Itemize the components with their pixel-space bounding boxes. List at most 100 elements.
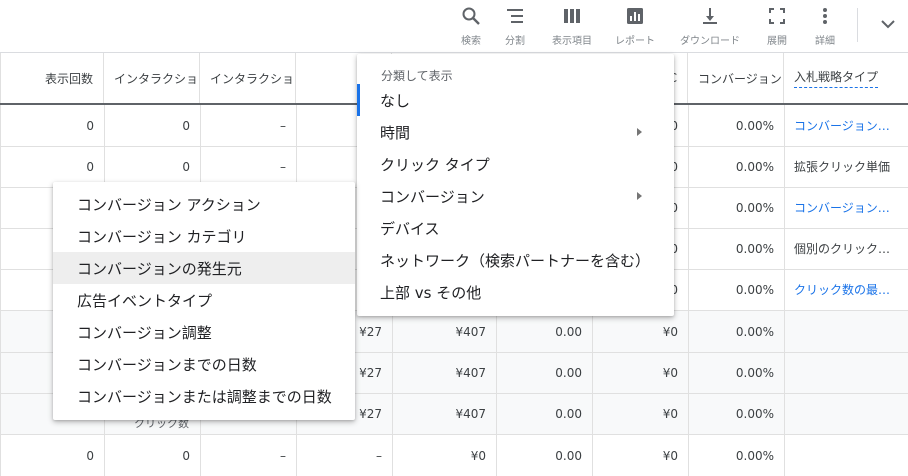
segment-item-network[interactable]: ネットワーク（検索パートナーを含む） [357,244,674,276]
column-border [0,352,1,393]
conversion-item-event-type[interactable]: 広告イベントタイプ [53,284,355,316]
table-cell-avg: – [376,448,382,463]
segment-item-time[interactable]: 時間 [357,116,674,148]
download-button[interactable]: ダウンロード [677,0,743,52]
conversion-item-label: コンバージョン調整 [77,323,212,342]
column-border [0,228,1,269]
column-border [296,105,297,146]
header-conversion-rate[interactable]: コンバージョン [688,53,784,103]
table-cell-rate: – [280,118,286,133]
report-button[interactable]: レポート [612,0,658,52]
header-impressions[interactable]: 表示回数 [0,53,104,103]
conversion-item-category[interactable]: コンバージョン カテゴリ [53,220,355,252]
segment-item-label: クリック タイプ [380,155,490,174]
segment-item-none[interactable]: なし [357,84,674,116]
columns-label: 表示項目 [552,36,592,47]
table-cell-conv-rate: 0.00% [735,365,774,380]
segment-button[interactable]: 分割 [500,0,530,52]
table-cell-conv-rate: 0.00% [735,406,774,421]
header-bid-strategy[interactable]: 入札戦略タイプ [784,53,908,103]
column-border [0,311,1,352]
segment-label: 分割 [505,36,525,47]
download-label: ダウンロード [680,36,740,47]
header-interaction-rate-label: インタラクショ [210,71,295,86]
search-label: 検索 [461,36,481,47]
header-interactions-label: インタラクショ [114,71,199,86]
table-cell-rate: – [280,159,286,174]
toolbar-divider [857,8,858,42]
conversion-item-days-to-adjust[interactable]: コンバージョンまたは調整までの日数 [53,380,355,412]
table-cell-impr: 0 [86,118,94,133]
conversion-item-source[interactable]: コンバージョンの発生元 [53,252,355,284]
conversion-item-label: 広告イベントタイプ [77,291,213,310]
toolbar: 検索 分割 表示項目 レポート ダウンロード 展開 詳細 [0,0,908,52]
header-interactions[interactable]: インタラクショ [104,53,200,103]
table-cell-cost: ¥0 [470,448,486,463]
conversion-item-adjustment[interactable]: コンバージョン調整 [53,316,355,348]
column-border [296,146,297,187]
header-interaction-rate[interactable]: インタラクショ [200,53,296,103]
header-impressions-label: 表示回数 [44,71,93,86]
table-cell-conv: 0.00 [555,406,582,421]
table-cell-conv: 0.00 [555,324,582,339]
expand-icon [769,8,785,24]
segment-item-top-vs-other[interactable]: 上部 vs その他 [357,276,674,308]
conversion-item-label: コンバージョン アクション [77,195,261,214]
conversion-item-label: コンバージョン カテゴリ [77,227,247,246]
column-border [784,393,785,434]
segment-menu: 分類して表示 なし 時間 クリック タイプ コンバージョン デバイス ネットワー… [357,54,674,316]
conversion-item-days-to[interactable]: コンバージョンまでの日数 [53,348,355,380]
table-cell-rate: – [280,448,286,463]
table-cell-bid[interactable]: クリック数の最… [784,269,908,310]
table-cell-conv-rate: 0.00% [735,200,774,215]
conversion-item-action[interactable]: コンバージョン アクション [53,188,355,220]
column-border [784,435,785,476]
expand-label: 展開 [767,36,787,47]
column-border [784,352,785,393]
conversion-item-label: コンバージョンまたは調整までの日数 [77,387,332,406]
submenu-arrow-icon [637,128,642,136]
segment-item-click-type[interactable]: クリック タイプ [357,148,674,180]
more-button[interactable]: 詳細 [810,0,840,52]
table-cell-conv-rate: 0.00% [735,324,774,339]
more-icon [823,8,827,24]
table-cell-conv-rate: 0.00% [735,159,774,174]
header-conversion-rate-label: コンバージョン [698,71,782,86]
chevron-down-icon[interactable] [876,12,900,36]
columns-button[interactable]: 表示項目 [549,0,595,52]
expand-button[interactable]: 展開 [762,0,792,52]
conversion-item-label: コンバージョンまでの日数 [77,355,257,374]
table-cell-cost: ¥407 [455,365,486,380]
table-cell-conv-rate: 0.00% [735,448,774,463]
segment-item-label: コンバージョン [380,187,485,206]
table-cell-inter: 0 [182,118,190,133]
segment-item-label: なし [380,91,411,110]
table-cell-bid[interactable]: コンバージョン… [784,105,908,146]
submenu-arrow-icon [637,192,642,200]
table-cell-conv: 0.00 [555,448,582,463]
column-border [784,311,785,352]
segment-item-device[interactable]: デバイス [357,212,674,244]
table-cell-inter: 0 [182,159,190,174]
report-label: レポート [615,36,655,47]
segment-menu-title: 分類して表示 [381,69,453,83]
segment-icon [507,9,523,23]
segment-item-label: 上部 vs その他 [380,283,482,302]
segment-item-conversion[interactable]: コンバージョン [357,180,674,212]
table-cell-bid: 個別のクリック… [794,242,891,256]
column-border [0,269,1,310]
table-cell-conv: 0.00 [555,365,582,380]
header-bid-strategy-label: 入札戦略タイプ [794,68,879,88]
table-cell-conv-rate: 0.00% [735,118,774,133]
segment-item-label: デバイス [380,219,440,238]
table-cell-cost: ¥407 [455,324,486,339]
search-icon [462,7,480,25]
table-cell-bid: 拡張クリック単価 [794,160,891,174]
table-cell-inter: 0 [182,448,190,463]
download-icon [703,8,717,24]
table-cell-bid[interactable]: コンバージョン… [784,187,908,228]
table-cell-impr: 0 [86,159,94,174]
conversion-item-label: コンバージョンの発生元 [77,259,242,278]
table-cell-conv-rate: 0.00% [735,282,774,297]
search-button[interactable]: 検索 [456,0,486,52]
